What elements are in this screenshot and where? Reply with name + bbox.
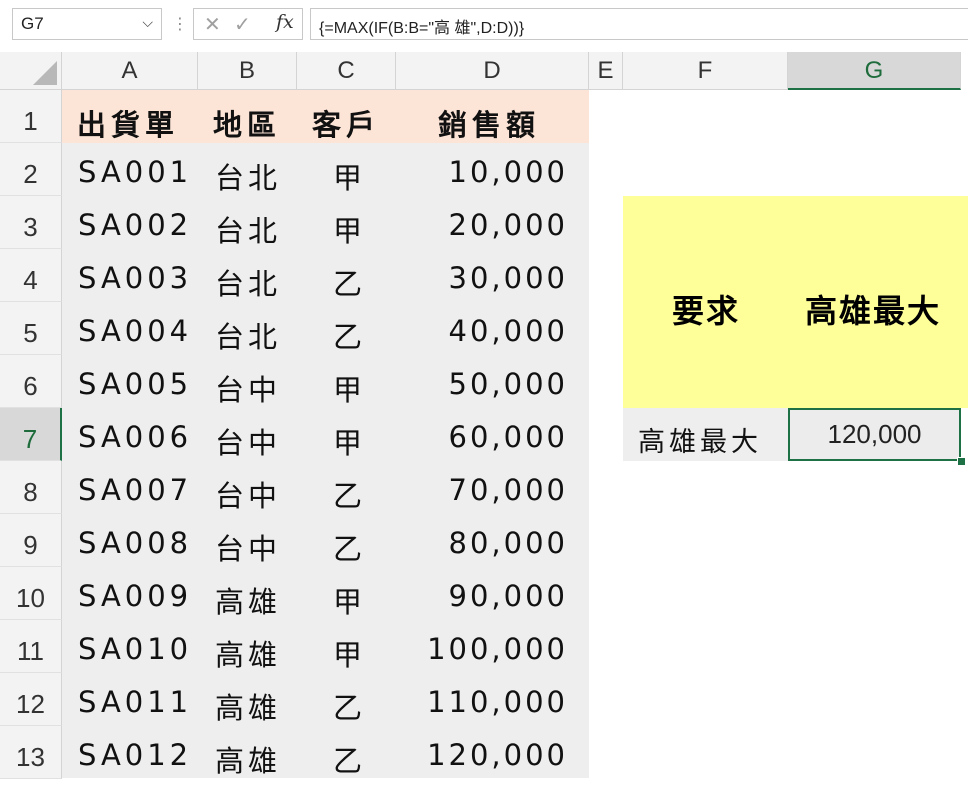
cell-a3[interactable]: SA002 <box>78 208 192 242</box>
cell-b3[interactable]: 台北 <box>215 208 281 250</box>
formula-input[interactable]: {=MAX(IF(B:B="高 雄",D:D))} <box>310 8 968 40</box>
cell-d8[interactable]: 70,000 <box>396 473 568 507</box>
cell-c9[interactable]: 乙 <box>333 526 366 568</box>
cell-d4[interactable]: 30,000 <box>396 261 568 295</box>
cell-b6[interactable]: 台中 <box>215 367 281 409</box>
row-header-11[interactable]: 11 <box>0 620 62 673</box>
cell-a6[interactable]: SA005 <box>78 367 192 401</box>
row-header-5[interactable]: 5 <box>0 302 62 355</box>
formula-bar: G7 ⌵ ⋮ ✕ ✓ fx {=MAX(IF(B:B="高 雄",D:D))} <box>0 0 968 52</box>
cell-d13[interactable]: 120,000 <box>396 738 568 772</box>
row-header-8[interactable]: 8 <box>0 461 62 514</box>
column-header-e[interactable]: E <box>589 52 623 90</box>
name-box[interactable]: G7 ⌵ <box>12 8 162 40</box>
insert-function-icon[interactable]: fx <box>276 11 294 33</box>
column-header-a[interactable]: A <box>62 52 198 90</box>
column-header-f[interactable]: F <box>623 52 788 90</box>
formula-bar-icons: ✕ ✓ fx <box>193 8 303 40</box>
select-all-corner[interactable] <box>0 52 62 90</box>
cancel-icon[interactable]: ✕ <box>204 12 221 36</box>
row-header-2[interactable]: 2 <box>0 143 62 196</box>
cell-b13[interactable]: 高雄 <box>215 738 281 780</box>
cell-a7[interactable]: SA006 <box>78 420 192 454</box>
cell-d7[interactable]: 60,000 <box>396 420 568 454</box>
row-header-7[interactable]: 7 <box>0 408 62 461</box>
cell-c10[interactable]: 甲 <box>333 579 366 621</box>
column-header-c[interactable]: C <box>297 52 396 90</box>
cell-a8[interactable]: SA007 <box>78 473 192 507</box>
cell-a13[interactable]: SA012 <box>78 738 192 772</box>
cell-c2[interactable]: 甲 <box>333 155 366 197</box>
cell-c13[interactable]: 乙 <box>333 738 366 780</box>
cell-a9[interactable]: SA008 <box>78 526 192 560</box>
cell-b11[interactable]: 高雄 <box>215 632 281 674</box>
cell-a11[interactable]: SA010 <box>78 632 192 666</box>
column-header-d[interactable]: D <box>396 52 589 90</box>
cell-c5[interactable]: 乙 <box>333 314 366 356</box>
cell-a2[interactable]: SA001 <box>78 155 192 189</box>
fill-handle[interactable] <box>957 457 966 466</box>
cell-g-requirement-value[interactable]: 高雄最大 <box>805 286 941 332</box>
cell-d3[interactable]: 20,000 <box>396 208 568 242</box>
cell-a1[interactable]: 出貨單 <box>77 102 179 144</box>
enter-icon[interactable]: ✓ <box>234 12 251 36</box>
cell-b4[interactable]: 台北 <box>215 261 281 303</box>
cell-a5[interactable]: SA004 <box>78 314 192 348</box>
cell-d2[interactable]: 10,000 <box>396 155 568 189</box>
cell-c6[interactable]: 甲 <box>333 367 366 409</box>
cell-f-requirement-label[interactable]: 要求 <box>672 286 740 332</box>
cell-d9[interactable]: 80,000 <box>396 526 568 560</box>
cell-c8[interactable]: 乙 <box>333 473 366 515</box>
cell-b5[interactable]: 台北 <box>215 314 281 356</box>
cell-a10[interactable]: SA009 <box>78 579 192 613</box>
cell-b1[interactable]: 地區 <box>213 102 281 144</box>
cell-b12[interactable]: 高雄 <box>215 685 281 727</box>
cell-f7[interactable]: 高雄最大 <box>638 420 762 459</box>
cell-d11[interactable]: 100,000 <box>396 632 568 666</box>
cell-d12[interactable]: 110,000 <box>396 685 568 719</box>
cell-b8[interactable]: 台中 <box>215 473 281 515</box>
cell-c4[interactable]: 乙 <box>333 261 366 303</box>
row-header-6[interactable]: 6 <box>0 355 62 408</box>
chevron-down-icon[interactable]: ⌵ <box>142 15 153 31</box>
cell-c12[interactable]: 乙 <box>333 685 366 727</box>
row-header-1[interactable]: 1 <box>0 90 62 143</box>
cell-d1[interactable]: 銷售額 <box>438 102 540 144</box>
cell-d6[interactable]: 50,000 <box>396 367 568 401</box>
cell-b9[interactable]: 台中 <box>215 526 281 568</box>
cell-b10[interactable]: 高雄 <box>215 579 281 621</box>
formula-bar-separator[interactable]: ⋮ <box>172 14 188 33</box>
cell-c11[interactable]: 甲 <box>333 632 366 674</box>
row-header-3[interactable]: 3 <box>0 196 62 249</box>
cell-c1[interactable]: 客戶 <box>312 102 380 144</box>
cell-b7[interactable]: 台中 <box>215 420 281 462</box>
row-header-4[interactable]: 4 <box>0 249 62 302</box>
cell-c3[interactable]: 甲 <box>333 208 366 250</box>
cell-g7-selected[interactable]: 120,000 <box>788 408 961 461</box>
cell-d10[interactable]: 90,000 <box>396 579 568 613</box>
cell-c7[interactable]: 甲 <box>333 420 366 462</box>
cell-a4[interactable]: SA003 <box>78 261 192 295</box>
worksheet-grid[interactable]: A B C D E F G 1 2 3 4 5 6 7 8 9 10 11 12… <box>0 52 968 780</box>
cell-a12[interactable]: SA011 <box>78 685 192 719</box>
name-box-value: G7 <box>21 14 44 33</box>
row-header-10[interactable]: 10 <box>0 567 62 620</box>
cell-b2[interactable]: 台北 <box>215 155 281 197</box>
row-header-13[interactable]: 13 <box>0 726 62 779</box>
column-header-g[interactable]: G <box>788 52 961 90</box>
cell-d5[interactable]: 40,000 <box>396 314 568 348</box>
row-header-12[interactable]: 12 <box>0 673 62 726</box>
column-header-b[interactable]: B <box>198 52 297 90</box>
row-header-9[interactable]: 9 <box>0 514 62 567</box>
